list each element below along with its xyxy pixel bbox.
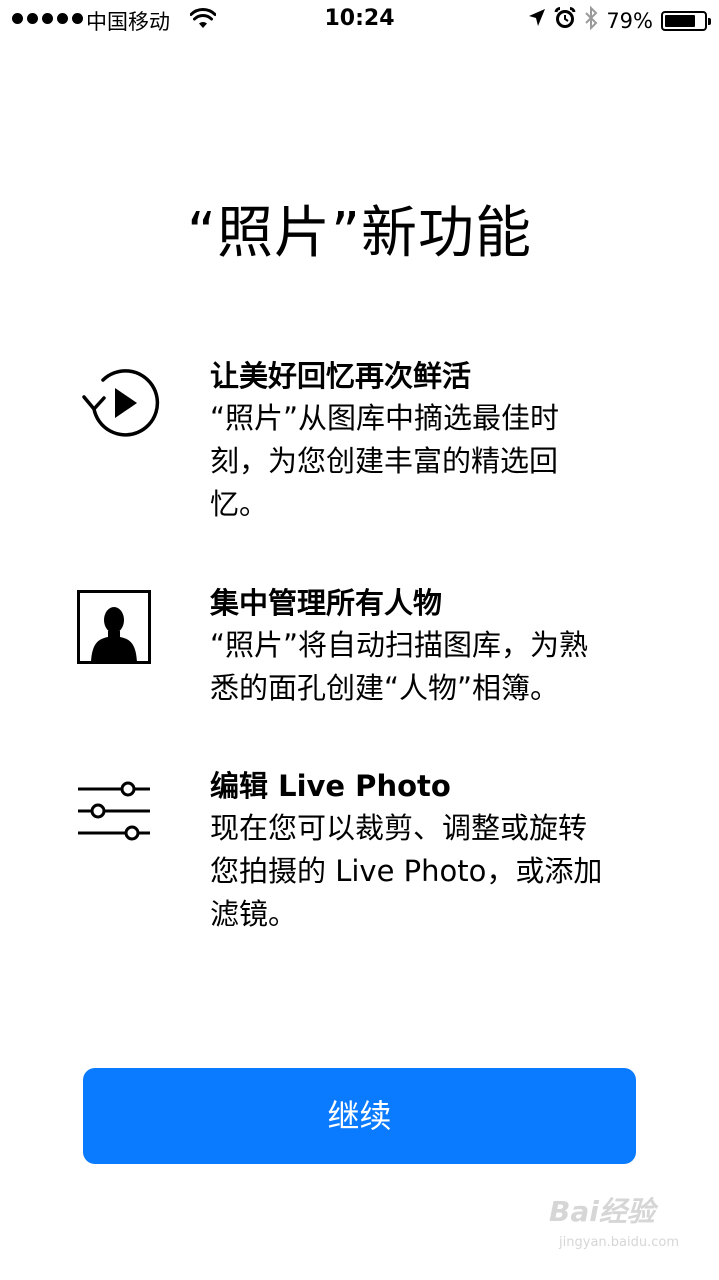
- feature-text: 让美好回忆再次鲜活 “照片”从图库中摘选最佳时 刻，为您创建丰富的精选回 忆。: [210, 355, 650, 526]
- alarm-icon: [554, 6, 576, 34]
- feature-desc-line: 刻，为您创建丰富的精选回: [210, 444, 559, 478]
- status-bar: 中国移动 10:24 79%: [0, 0, 719, 40]
- feature-description: “照片”将自动扫描图库，为熟 悉的面孔创建“人物”相簿。: [210, 624, 650, 710]
- feature-text: 集中管理所有人物 “照片”将自动扫描图库，为熟 悉的面孔创建“人物”相簿。: [210, 582, 650, 710]
- location-icon: [528, 8, 546, 33]
- feature-title: 编辑 Live Photo: [210, 769, 451, 803]
- feature-text: 编辑 Live Photo 现在您可以裁剪、调整或旋转 您拍摄的 Live Ph…: [210, 765, 650, 936]
- feature-desc-line: 您拍摄的 Live Photo，或添加: [210, 854, 603, 888]
- page-title: “照片”新功能: [186, 201, 533, 266]
- status-right-group: 79%: [528, 5, 711, 35]
- feature-title: 让美好回忆再次鲜活: [210, 359, 472, 393]
- adjust-sliders-icon: [76, 781, 154, 847]
- feature-description: 现在您可以裁剪、调整或旋转 您拍摄的 Live Photo，或添加 滤镜。: [210, 807, 650, 936]
- feature-desc-line: “照片”从图库中摘选最佳时: [210, 401, 560, 435]
- continue-button[interactable]: 继续: [83, 1068, 636, 1164]
- feature-desc-line: 忆。: [210, 487, 269, 521]
- watermark-main: Bai经验: [549, 1195, 655, 1228]
- feature-desc-line: “照片”将自动扫描图库，为熟: [210, 628, 589, 662]
- battery-icon: [661, 10, 711, 31]
- feature-description: “照片”从图库中摘选最佳时 刻，为您创建丰富的精选回 忆。: [210, 397, 650, 526]
- feature-title: 集中管理所有人物: [210, 586, 443, 620]
- memories-play-icon: [72, 363, 160, 447]
- feature-desc-line: 悉的面孔创建“人物”相簿。: [210, 671, 560, 705]
- battery-level: [665, 14, 696, 27]
- bluetooth-icon: [584, 5, 598, 35]
- feature-desc-line: 现在您可以裁剪、调整或旋转: [210, 811, 588, 845]
- people-portrait-icon: [77, 590, 151, 668]
- watermark-url: jingyan.baidu.com: [559, 1235, 679, 1250]
- battery-percent: 79%: [606, 8, 653, 33]
- baidu-watermark: Bai经验 jingyan.baidu.com: [549, 1190, 679, 1250]
- feature-desc-line: 滤镜。: [210, 897, 298, 931]
